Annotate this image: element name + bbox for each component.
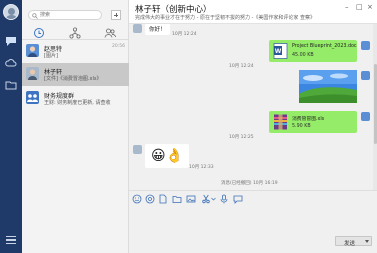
chat-pane: 林子轩（创新中心） 完成伟大的事业才在于努力 - 原在于坚韧不拔的努力 -《美国… xyxy=(129,0,377,253)
minimize-icon[interactable]: – xyxy=(345,3,349,11)
folder-icon[interactable] xyxy=(172,194,182,204)
org-icon[interactable] xyxy=(69,27,81,39)
maximize-icon[interactable]: □ xyxy=(356,3,363,11)
my-avatar xyxy=(361,41,370,50)
input-toolbar xyxy=(129,190,377,208)
close-icon[interactable]: × xyxy=(367,3,373,11)
chevron-down-icon[interactable] xyxy=(211,194,216,204)
message-time: 10月 12:33 xyxy=(189,165,214,170)
list-item[interactable]: 财务规度群 王财: 财务制度已更新, 请查收 xyxy=(22,87,129,110)
message-input[interactable] xyxy=(133,210,373,234)
file-message[interactable]: W Project Blueprint_2023.doc 45.00 KB xyxy=(269,40,357,62)
emoji-icon[interactable] xyxy=(132,194,142,204)
app-window: 赵思特 [图片] 20:56 林子轩 [文件]《消费冒泡图.xls》 财务规度群… xyxy=(0,0,377,253)
scrollbar-thumb[interactable] xyxy=(373,64,377,144)
file-size: 5.90 KB xyxy=(292,124,311,129)
message-preview: 王财: 财务制度已更新, 请查收 xyxy=(44,100,111,106)
image-icon[interactable] xyxy=(186,194,196,204)
landscape-image xyxy=(299,70,357,103)
chevron-down-icon[interactable] xyxy=(365,239,369,243)
microphone-icon[interactable] xyxy=(219,194,229,204)
message-text[interactable]: 你好！ xyxy=(145,24,170,35)
add-button[interactable] xyxy=(111,10,121,20)
message-input-area xyxy=(129,208,377,253)
emoji-message[interactable]: 😀👌 xyxy=(145,144,189,168)
gif-icon[interactable] xyxy=(145,194,155,204)
file-name: 消费管冒图.xls xyxy=(292,117,325,122)
image-message[interactable] xyxy=(299,70,357,103)
chat-header: 林子轩（创新中心） 完成伟大的事业才在于努力 - 原在于坚韧不拔的努力 -《美国… xyxy=(129,0,377,24)
scrollbar[interactable] xyxy=(373,24,377,190)
recent-icon[interactable] xyxy=(33,27,45,39)
message-preview: [图片] xyxy=(44,53,58,59)
group-avatar xyxy=(26,91,39,104)
cloud-icon[interactable] xyxy=(5,57,17,69)
user-avatar[interactable] xyxy=(3,4,19,20)
menu-icon[interactable] xyxy=(6,236,16,245)
message-time: 10月 12:24 xyxy=(172,32,197,37)
search-input[interactable] xyxy=(40,11,100,19)
file-size: 45.00 KB xyxy=(292,53,314,58)
contact-avatar xyxy=(26,67,39,80)
recall-notice: 消息(已经撤回) 10月 16:19 xyxy=(221,181,278,186)
chat-bubble-icon[interactable] xyxy=(5,35,17,47)
send-label: 发送 xyxy=(344,240,356,247)
message-preview: [文件]《消费冒泡图.xls》 xyxy=(44,76,102,82)
contacts-icon[interactable] xyxy=(104,27,116,39)
send-button[interactable]: 发送 xyxy=(335,236,372,247)
my-avatar xyxy=(361,71,370,80)
contact-avatar xyxy=(26,44,39,57)
file-name: Project Blueprint_2023.doc xyxy=(292,44,357,49)
folder-icon[interactable] xyxy=(5,79,17,91)
search-icon xyxy=(32,12,38,19)
nav-rail xyxy=(0,0,22,253)
list-item-selected[interactable]: 林子轩 [文件]《消费冒泡图.xls》 xyxy=(22,63,129,86)
file-message[interactable]: 消费管冒图.xls 5.90 KB xyxy=(269,111,357,133)
message-time: 20:56 xyxy=(112,44,125,49)
my-avatar xyxy=(361,112,370,121)
chat-signature: 完成伟大的事业才在于努力 - 原在于坚韧不拔的努力 -《美国作家和评论家 查察》 xyxy=(135,15,315,21)
list-item[interactable]: 赵思特 [图片] 20:56 xyxy=(22,40,129,63)
archive-file-icon xyxy=(274,114,287,130)
screenshot-scissors-icon[interactable] xyxy=(201,194,211,204)
list-tabs xyxy=(22,26,129,40)
word-document-icon: W xyxy=(273,43,288,59)
conversation-list: 赵思特 [图片] 20:56 林子轩 [文件]《消费冒泡图.xls》 财务规度群… xyxy=(22,0,129,253)
message-time: 10月 12:25 xyxy=(229,135,254,140)
sender-avatar xyxy=(133,145,142,154)
message-list: 你好！ 10月 12:24 W Project Blueprint_2023.d… xyxy=(129,24,377,190)
svg-text:W: W xyxy=(275,48,282,55)
message-time: 10月 12:24 xyxy=(229,64,254,69)
message-icon[interactable] xyxy=(233,194,243,204)
search-box[interactable] xyxy=(28,10,102,20)
file-icon[interactable] xyxy=(158,194,168,204)
sender-avatar xyxy=(133,24,142,33)
